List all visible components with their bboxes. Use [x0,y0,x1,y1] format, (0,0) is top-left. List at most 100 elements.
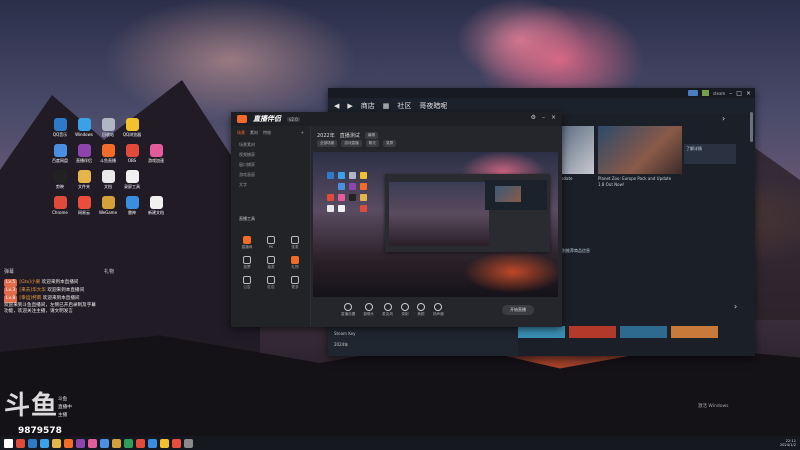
banner-subtitle: 1.8 Out Now! [598,182,625,187]
toolbar-button[interactable]: 扬声器 [433,303,444,317]
nav-profile[interactable]: 哥夜暗呢 [419,101,447,111]
tool-button[interactable]: 连麦 [283,236,307,250]
settings-icon[interactable]: ⚙ [531,114,536,121]
taskbar-app-icon[interactable] [148,438,157,448]
toolbar-button[interactable]: 直播设置 [341,303,355,317]
desktop-icon[interactable]: 文件夹 [72,170,96,194]
scene-pill[interactable]: 录屏 [382,140,397,147]
maximize-icon[interactable]: □ [736,90,742,97]
toolbar-button[interactable]: 摄像头 [363,303,374,317]
start-icon[interactable] [4,438,13,448]
desktop-icon[interactable]: QQ浏览器 [120,118,144,142]
nav-library-icon[interactable]: ▦ [383,102,390,110]
taskbar-app-icon[interactable] [160,438,169,448]
desktop-icon[interactable]: 百度网盘 [48,144,72,168]
desktop-icon[interactable]: 直播伴侣 [72,144,96,168]
taskbar-app-icon[interactable] [100,438,109,448]
taskbar-app-icon[interactable] [112,438,121,448]
tab-effects[interactable]: 特效 [263,130,271,136]
forward-arrow-icon[interactable]: ▶ [347,102,352,110]
desktop-icon[interactable]: 网易云 [72,196,96,220]
desktop-icon[interactable]: 文档 [96,170,120,194]
tool-button[interactable]: 更多 [283,276,307,290]
store-thumbnail[interactable] [569,326,616,338]
scene-edit-button[interactable]: 编辑 [364,131,378,139]
nav-community[interactable]: 社区 [397,101,411,111]
tool-button[interactable]: 抽奖 [259,256,283,270]
desktop-icon[interactable]: 回收站 [96,118,120,142]
desktop-icon[interactable]: 斗鱼直播 [96,144,120,168]
streaming-app-window[interactable]: 直播伴侣 v2.0 场景 素材 特效 + 场景素材 视频捕获 窗口捕获 游戏画面… [231,112,562,327]
minimize-icon[interactable]: – [542,114,545,121]
carousel-right-icon[interactable]: › [734,302,737,311]
taskbar-app-icon[interactable] [76,438,85,448]
desktop-icon[interactable]: QQ音乐 [48,118,72,142]
taskbar-app-icon[interactable] [28,438,37,448]
desktop-icon[interactable]: 雷神 [120,196,144,220]
tab-scene[interactable]: 场景 [237,130,245,136]
source-item[interactable]: 文字 [231,180,310,190]
scrollbar[interactable] [750,112,753,142]
store-thumbnail[interactable] [671,326,718,338]
store-banner-left[interactable] [558,126,594,174]
toolbar-button[interactable]: 麦克风 [382,303,393,317]
steam-titlebar[interactable]: steam – □ × [328,88,755,98]
desktop-icon[interactable]: Windows [72,118,96,142]
taskbar-app-icon[interactable] [124,438,133,448]
preview-icon [327,183,334,190]
taskbar-app-icon[interactable] [88,438,97,448]
desktop-icon[interactable]: 新建文档 [144,196,168,220]
scene-pill[interactable]: 聊天 [365,140,379,147]
nav-store[interactable]: 商店 [361,101,375,111]
back-arrow-icon[interactable]: ◀ [334,102,339,110]
minimize-icon[interactable]: – [729,90,732,97]
bottom-row[interactable]: Steam Key [328,328,518,339]
chat-tab-gift[interactable]: 礼物 [104,268,114,275]
app-titlebar[interactable]: 直播伴侣 v2.0 [231,112,562,126]
taskbar-app-icon[interactable] [184,438,193,448]
store-thumbnail[interactable] [518,326,565,338]
tool-button[interactable]: 投票 [235,256,259,270]
toolbar-label: 摄像头 [363,312,375,316]
toolbar-button[interactable]: 美颜 [416,303,425,317]
steam-account-name[interactable]: steam [713,91,725,96]
close-icon[interactable]: × [551,114,556,121]
close-icon[interactable]: × [746,90,751,97]
tool-button[interactable]: 直播间 [235,236,259,250]
clock[interactable]: 22:11 2024/1/2 [780,439,796,447]
source-item[interactable]: 视频捕获 [231,150,310,160]
toolbar-button[interactable]: 录制 [400,303,409,317]
desktop-icon[interactable]: WeGame [96,196,120,220]
add-icon[interactable]: + [301,130,304,136]
tool-button[interactable]: PK [259,236,283,250]
taskbar-app-icon[interactable] [64,438,73,448]
tab-material[interactable]: 素材 [250,130,258,136]
taskbar-app-icon[interactable] [52,438,61,448]
taskbar-app-icon[interactable] [172,438,181,448]
desktop-icon[interactable]: 录屏工具 [120,170,144,194]
source-item[interactable]: 窗口捕获 [231,160,310,170]
tool-button[interactable]: 公告 [235,276,259,290]
source-item[interactable]: 场景素材 [231,140,310,150]
desktop-icon[interactable]: 剪映 [48,170,72,194]
chat-tab-danmu[interactable]: 弹幕 [4,268,14,275]
carousel-right-icon[interactable]: › [722,114,725,123]
banner-title[interactable]: Planet Zoo: Europe Pack and Update [598,176,671,181]
go-live-button[interactable]: 开始直播 [502,305,534,315]
stream-preview[interactable] [313,152,558,297]
app-icon [101,144,115,157]
desktop-icon[interactable]: Chrome [48,196,72,220]
source-item[interactable]: 游戏画面 [231,170,310,180]
taskbar-app-icon[interactable] [136,438,145,448]
desktop-icon[interactable]: 游戏加速 [144,144,168,168]
store-thumbnail[interactable] [620,326,667,338]
tool-button[interactable]: 礼物 [283,256,307,270]
tool-button[interactable]: 红包 [259,276,283,290]
desktop-icon[interactable]: OBS [120,144,144,168]
scene-pill[interactable]: 全部场景 [317,140,338,147]
scene-pill[interactable]: 游戏直播 [341,140,362,147]
bottom-row[interactable]: 2024年 [328,339,518,351]
taskbar-app-icon[interactable] [16,438,25,448]
taskbar-app-icon[interactable] [40,438,49,448]
store-banner-main[interactable] [598,126,682,174]
